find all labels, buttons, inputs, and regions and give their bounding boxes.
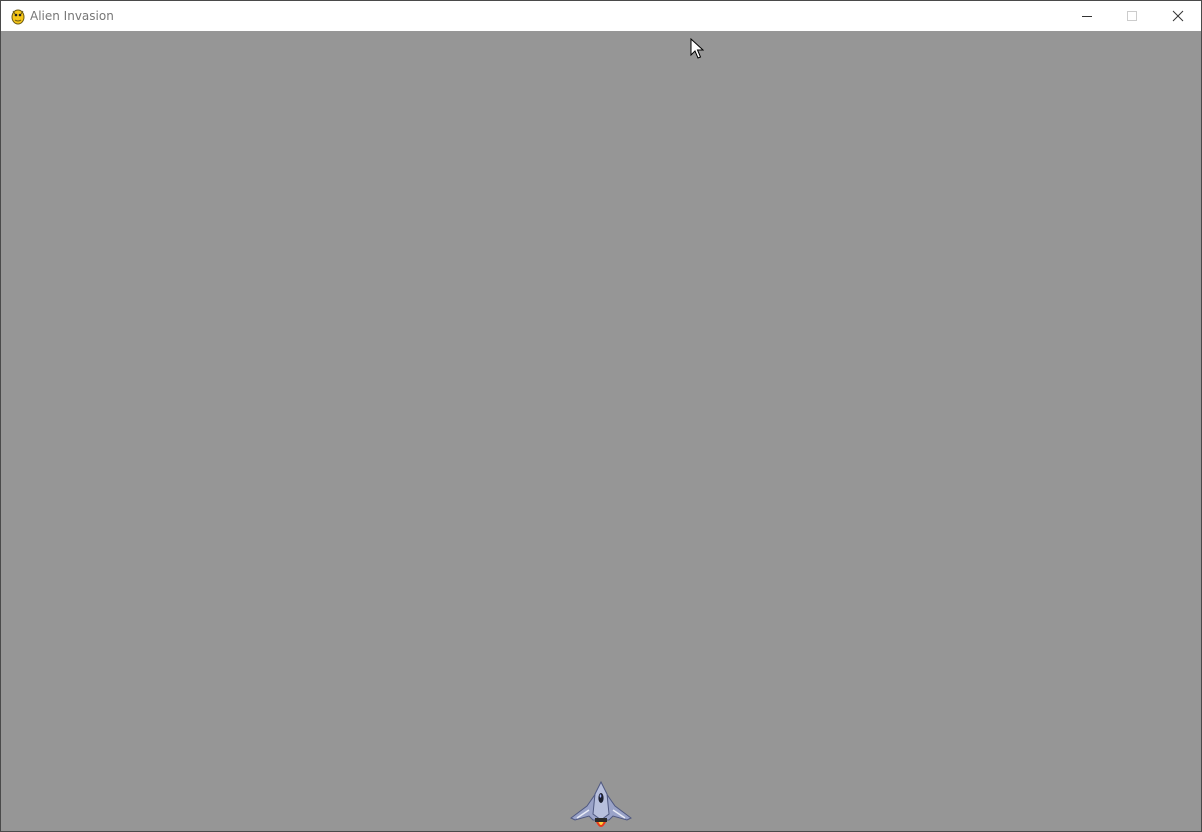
minimize-button[interactable] [1064,1,1109,31]
pygame-snake-icon [11,9,25,25]
minimize-icon [1081,16,1092,17]
game-surface[interactable] [1,31,1201,831]
close-button[interactable] [1155,1,1200,31]
maximize-icon [1126,11,1137,21]
game-window: Alien Invasion [0,0,1202,832]
title-bar[interactable]: Alien Invasion [1,1,1201,31]
maximize-button[interactable] [1109,1,1154,31]
close-icon [1172,10,1183,22]
window-title: Alien Invasion [30,9,114,23]
spaceship-icon [570,780,632,827]
